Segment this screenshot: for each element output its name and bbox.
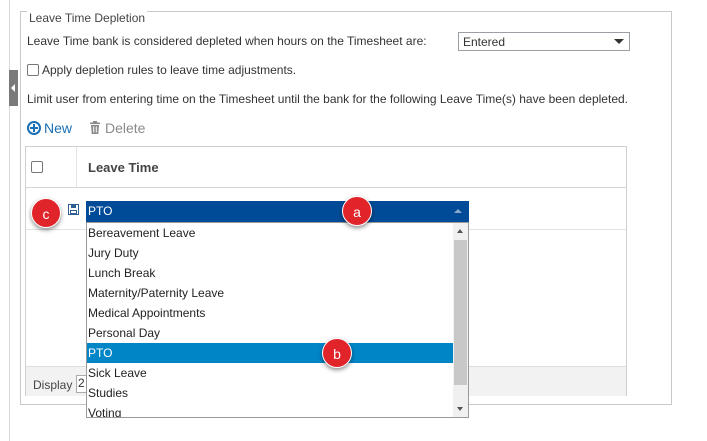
leave-time-combobox[interactable]: PTO [86, 201, 469, 222]
dropdown-option[interactable]: Personal Day [87, 323, 453, 343]
scroll-up-icon[interactable] [457, 229, 463, 233]
group-legend: Leave Time Depletion [27, 11, 148, 25]
column-divider [76, 147, 77, 187]
scrollbar-thumb[interactable] [454, 240, 467, 385]
dropdown-option[interactable]: Studies [87, 383, 453, 403]
new-button-label: New [44, 120, 73, 136]
dropdown-option[interactable]: Medical Appointments [87, 303, 453, 323]
new-button[interactable]: New [27, 120, 72, 136]
select-all-checkbox[interactable] [31, 161, 43, 173]
dropdown-option[interactable]: Bereavement Leave [87, 223, 453, 243]
save-icon[interactable] [68, 204, 79, 215]
dropdown-option[interactable]: Voting [87, 403, 453, 417]
dropdown-option[interactable]: Sick Leave [87, 363, 453, 383]
delete-button-label: Delete [105, 120, 146, 136]
scroll-down-icon[interactable] [457, 407, 463, 411]
dropdown-option-selected[interactable]: PTO [87, 343, 453, 363]
collapse-panel-handle[interactable] [9, 70, 18, 106]
column-header-leave-time[interactable]: Leave Time [88, 160, 159, 175]
apply-rules-label: Apply depletion rules to leave time adju… [42, 63, 297, 77]
chevron-up-icon [454, 209, 462, 213]
footer-display-label: Display [33, 378, 73, 392]
annotation-marker-b: b [322, 338, 352, 368]
leave-time-dropdown-list: Bereavement Leave Jury Duty Lunch Break … [86, 222, 469, 418]
annotation-marker-a: a [342, 196, 372, 226]
depletion-select[interactable]: Entered [458, 32, 630, 51]
dropdown-option[interactable]: Jury Duty [87, 243, 453, 263]
annotation-marker-c: c [31, 198, 61, 228]
depletion-select-value: Entered [463, 35, 506, 49]
depletion-label: Leave Time bank is considered depleted w… [27, 34, 427, 48]
left-panel-edge [0, 0, 10, 441]
trash-icon [90, 121, 100, 134]
combobox-value: PTO [88, 204, 113, 218]
limit-description: Limit user from entering time on the Tim… [27, 92, 628, 106]
dropdown-option[interactable]: Lunch Break [87, 263, 453, 283]
plus-circle-icon [27, 121, 41, 135]
dropdown-option[interactable]: Maternity/Paternity Leave [87, 283, 453, 303]
chevron-down-icon [614, 39, 624, 44]
dropdown-scrollbar[interactable] [453, 223, 468, 417]
apply-rules-checkbox[interactable] [27, 64, 39, 76]
delete-button[interactable]: Delete [89, 120, 145, 136]
